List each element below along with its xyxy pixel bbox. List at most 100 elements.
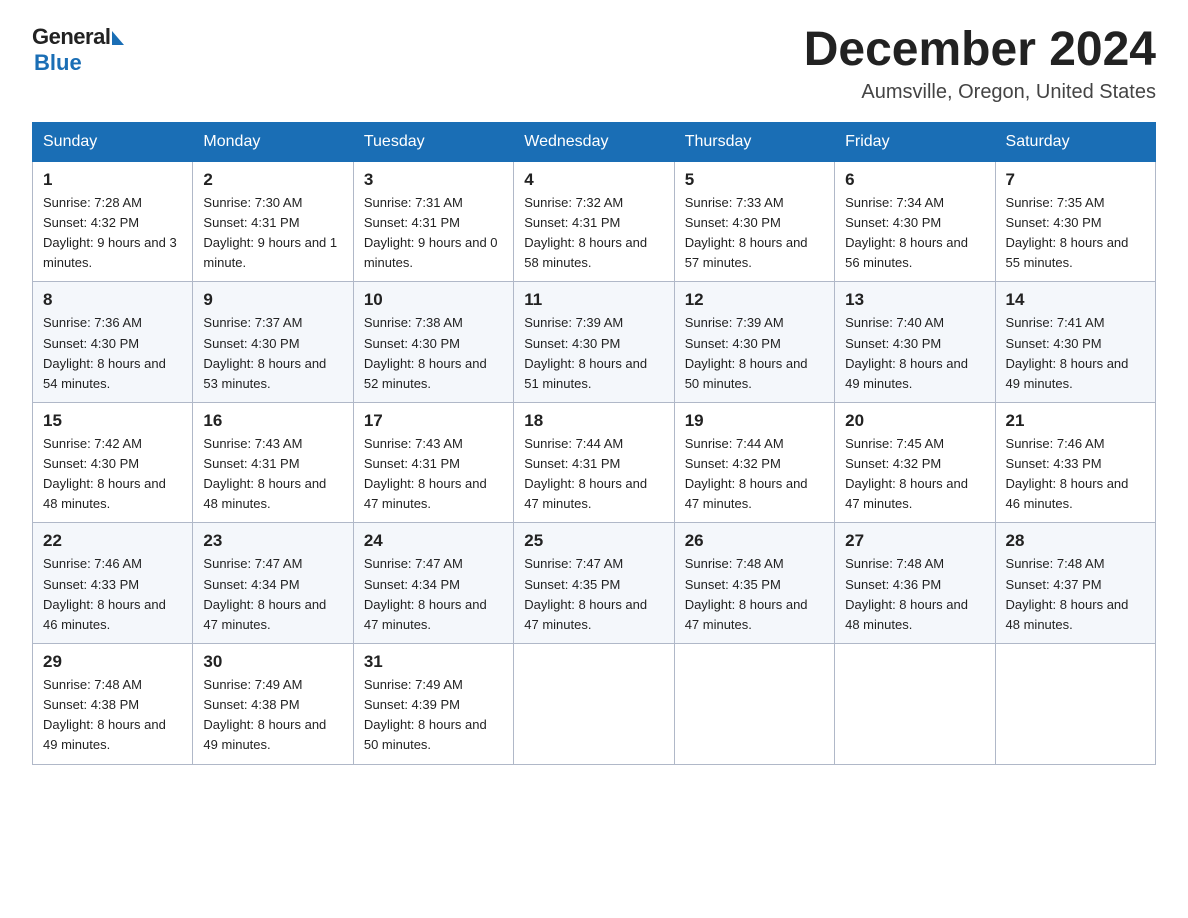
day-cell: 27 Sunrise: 7:48 AMSunset: 4:36 PMDaylig…: [835, 523, 995, 644]
day-number: 13: [845, 290, 984, 310]
day-number: 14: [1006, 290, 1145, 310]
day-cell: 1 Sunrise: 7:28 AMSunset: 4:32 PMDayligh…: [33, 161, 193, 282]
day-cell: 18 Sunrise: 7:44 AMSunset: 4:31 PMDaylig…: [514, 402, 674, 523]
day-cell: 6 Sunrise: 7:34 AMSunset: 4:30 PMDayligh…: [835, 161, 995, 282]
month-title: December 2024: [804, 24, 1156, 77]
day-info: Sunrise: 7:39 AMSunset: 4:30 PMDaylight:…: [685, 315, 808, 390]
day-number: 15: [43, 411, 182, 431]
day-info: Sunrise: 7:32 AMSunset: 4:31 PMDaylight:…: [524, 195, 647, 270]
day-number: 24: [364, 531, 503, 551]
day-number: 18: [524, 411, 663, 431]
header-row: SundayMondayTuesdayWednesdayThursdayFrid…: [33, 122, 1156, 161]
day-number: 11: [524, 290, 663, 310]
day-info: Sunrise: 7:48 AMSunset: 4:35 PMDaylight:…: [685, 556, 808, 631]
day-number: 29: [43, 652, 182, 672]
day-number: 17: [364, 411, 503, 431]
day-number: 21: [1006, 411, 1145, 431]
day-cell: 24 Sunrise: 7:47 AMSunset: 4:34 PMDaylig…: [353, 523, 513, 644]
day-number: 2: [203, 170, 342, 190]
day-cell: 5 Sunrise: 7:33 AMSunset: 4:30 PMDayligh…: [674, 161, 834, 282]
day-number: 25: [524, 531, 663, 551]
day-info: Sunrise: 7:40 AMSunset: 4:30 PMDaylight:…: [845, 315, 968, 390]
day-cell: [674, 644, 834, 765]
day-number: 31: [364, 652, 503, 672]
day-info: Sunrise: 7:48 AMSunset: 4:38 PMDaylight:…: [43, 677, 166, 752]
day-number: 12: [685, 290, 824, 310]
day-info: Sunrise: 7:45 AMSunset: 4:32 PMDaylight:…: [845, 436, 968, 511]
day-number: 1: [43, 170, 182, 190]
day-number: 7: [1006, 170, 1145, 190]
week-row-5: 29 Sunrise: 7:48 AMSunset: 4:38 PMDaylig…: [33, 644, 1156, 765]
day-cell: [835, 644, 995, 765]
day-info: Sunrise: 7:28 AMSunset: 4:32 PMDaylight:…: [43, 195, 177, 270]
day-number: 23: [203, 531, 342, 551]
day-number: 28: [1006, 531, 1145, 551]
day-cell: 31 Sunrise: 7:49 AMSunset: 4:39 PMDaylig…: [353, 644, 513, 765]
day-cell: 20 Sunrise: 7:45 AMSunset: 4:32 PMDaylig…: [835, 402, 995, 523]
day-info: Sunrise: 7:38 AMSunset: 4:30 PMDaylight:…: [364, 315, 487, 390]
header-saturday: Saturday: [995, 122, 1155, 161]
day-info: Sunrise: 7:34 AMSunset: 4:30 PMDaylight:…: [845, 195, 968, 270]
day-number: 4: [524, 170, 663, 190]
week-row-2: 8 Sunrise: 7:36 AMSunset: 4:30 PMDayligh…: [33, 282, 1156, 403]
day-info: Sunrise: 7:47 AMSunset: 4:34 PMDaylight:…: [364, 556, 487, 631]
day-cell: 26 Sunrise: 7:48 AMSunset: 4:35 PMDaylig…: [674, 523, 834, 644]
day-info: Sunrise: 7:42 AMSunset: 4:30 PMDaylight:…: [43, 436, 166, 511]
day-number: 19: [685, 411, 824, 431]
day-cell: 28 Sunrise: 7:48 AMSunset: 4:37 PMDaylig…: [995, 523, 1155, 644]
day-cell: 23 Sunrise: 7:47 AMSunset: 4:34 PMDaylig…: [193, 523, 353, 644]
day-cell: 22 Sunrise: 7:46 AMSunset: 4:33 PMDaylig…: [33, 523, 193, 644]
day-cell: 21 Sunrise: 7:46 AMSunset: 4:33 PMDaylig…: [995, 402, 1155, 523]
day-cell: 14 Sunrise: 7:41 AMSunset: 4:30 PMDaylig…: [995, 282, 1155, 403]
day-number: 16: [203, 411, 342, 431]
day-info: Sunrise: 7:35 AMSunset: 4:30 PMDaylight:…: [1006, 195, 1129, 270]
day-cell: 29 Sunrise: 7:48 AMSunset: 4:38 PMDaylig…: [33, 644, 193, 765]
day-info: Sunrise: 7:47 AMSunset: 4:35 PMDaylight:…: [524, 556, 647, 631]
day-number: 30: [203, 652, 342, 672]
day-info: Sunrise: 7:36 AMSunset: 4:30 PMDaylight:…: [43, 315, 166, 390]
calendar-table: SundayMondayTuesdayWednesdayThursdayFrid…: [32, 122, 1156, 765]
logo-general: General: [32, 24, 110, 49]
day-cell: 10 Sunrise: 7:38 AMSunset: 4:30 PMDaylig…: [353, 282, 513, 403]
day-cell: [995, 644, 1155, 765]
header-monday: Monday: [193, 122, 353, 161]
day-cell: 3 Sunrise: 7:31 AMSunset: 4:31 PMDayligh…: [353, 161, 513, 282]
day-cell: 11 Sunrise: 7:39 AMSunset: 4:30 PMDaylig…: [514, 282, 674, 403]
day-number: 5: [685, 170, 824, 190]
day-info: Sunrise: 7:44 AMSunset: 4:32 PMDaylight:…: [685, 436, 808, 511]
day-info: Sunrise: 7:46 AMSunset: 4:33 PMDaylight:…: [1006, 436, 1129, 511]
day-info: Sunrise: 7:39 AMSunset: 4:30 PMDaylight:…: [524, 315, 647, 390]
day-cell: 17 Sunrise: 7:43 AMSunset: 4:31 PMDaylig…: [353, 402, 513, 523]
day-cell: 9 Sunrise: 7:37 AMSunset: 4:30 PMDayligh…: [193, 282, 353, 403]
day-number: 9: [203, 290, 342, 310]
day-cell: 2 Sunrise: 7:30 AMSunset: 4:31 PMDayligh…: [193, 161, 353, 282]
day-info: Sunrise: 7:43 AMSunset: 4:31 PMDaylight:…: [364, 436, 487, 511]
day-info: Sunrise: 7:41 AMSunset: 4:30 PMDaylight:…: [1006, 315, 1129, 390]
day-number: 3: [364, 170, 503, 190]
day-cell: 25 Sunrise: 7:47 AMSunset: 4:35 PMDaylig…: [514, 523, 674, 644]
week-row-1: 1 Sunrise: 7:28 AMSunset: 4:32 PMDayligh…: [33, 161, 1156, 282]
week-row-3: 15 Sunrise: 7:42 AMSunset: 4:30 PMDaylig…: [33, 402, 1156, 523]
day-cell: 15 Sunrise: 7:42 AMSunset: 4:30 PMDaylig…: [33, 402, 193, 523]
location-title: Aumsville, Oregon, United States: [804, 81, 1156, 104]
day-info: Sunrise: 7:48 AMSunset: 4:36 PMDaylight:…: [845, 556, 968, 631]
day-cell: 13 Sunrise: 7:40 AMSunset: 4:30 PMDaylig…: [835, 282, 995, 403]
day-cell: 16 Sunrise: 7:43 AMSunset: 4:31 PMDaylig…: [193, 402, 353, 523]
header-tuesday: Tuesday: [353, 122, 513, 161]
title-block: December 2024 Aumsville, Oregon, United …: [804, 24, 1156, 104]
day-info: Sunrise: 7:49 AMSunset: 4:39 PMDaylight:…: [364, 677, 487, 752]
day-info: Sunrise: 7:49 AMSunset: 4:38 PMDaylight:…: [203, 677, 326, 752]
day-cell: 19 Sunrise: 7:44 AMSunset: 4:32 PMDaylig…: [674, 402, 834, 523]
day-info: Sunrise: 7:48 AMSunset: 4:37 PMDaylight:…: [1006, 556, 1129, 631]
day-cell: 8 Sunrise: 7:36 AMSunset: 4:30 PMDayligh…: [33, 282, 193, 403]
day-cell: 7 Sunrise: 7:35 AMSunset: 4:30 PMDayligh…: [995, 161, 1155, 282]
day-info: Sunrise: 7:37 AMSunset: 4:30 PMDaylight:…: [203, 315, 326, 390]
day-cell: 30 Sunrise: 7:49 AMSunset: 4:38 PMDaylig…: [193, 644, 353, 765]
header-sunday: Sunday: [33, 122, 193, 161]
day-info: Sunrise: 7:44 AMSunset: 4:31 PMDaylight:…: [524, 436, 647, 511]
day-info: Sunrise: 7:47 AMSunset: 4:34 PMDaylight:…: [203, 556, 326, 631]
day-number: 22: [43, 531, 182, 551]
header-thursday: Thursday: [674, 122, 834, 161]
logo: General Blue: [32, 24, 124, 76]
header-friday: Friday: [835, 122, 995, 161]
